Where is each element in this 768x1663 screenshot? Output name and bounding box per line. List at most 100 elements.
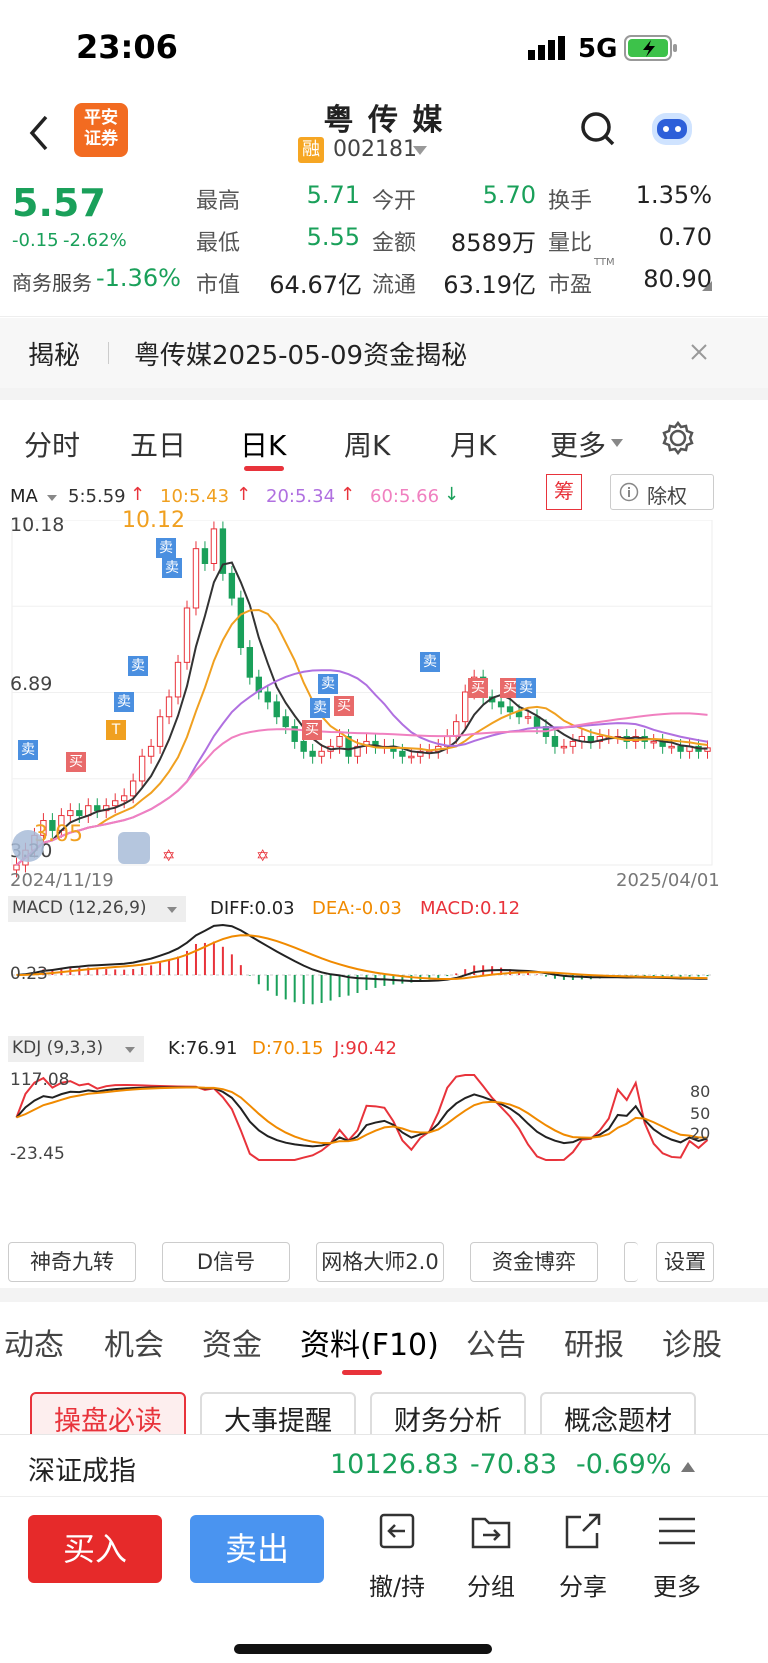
candle	[300, 740, 307, 752]
chevron-down-icon	[611, 439, 623, 447]
info-icon	[619, 482, 639, 502]
sec-tab-research[interactable]: 研报	[564, 1320, 624, 1364]
tab-daily-k[interactable]: 日K	[240, 424, 286, 464]
candle	[533, 716, 541, 728]
settings-gear-icon[interactable]	[660, 420, 696, 456]
macd-value: MACD:0.12	[420, 898, 521, 919]
sec-tab-diagnosis[interactable]: 诊股	[662, 1320, 722, 1364]
macd-dea-line	[16, 934, 708, 981]
status-bar: 23:06 5G	[0, 0, 768, 95]
float-label: 流通	[372, 273, 417, 298]
close-icon[interactable]	[690, 343, 708, 361]
ai-robot-icon[interactable]	[648, 107, 696, 151]
candle	[273, 701, 280, 718]
tab-intraday[interactable]: 分时	[24, 424, 80, 464]
candle	[246, 647, 254, 678]
network-type: 5G	[578, 34, 618, 64]
exright-button[interactable]: 除权	[610, 474, 714, 510]
chevron-up-icon[interactable]	[680, 1461, 696, 1473]
fund-reveal-banner[interactable]: 揭秘 粤传媒2025-05-09资金揭秘	[0, 318, 768, 388]
chips-button[interactable]: 筹	[546, 474, 582, 510]
pill-events[interactable]: 大事提醒	[200, 1392, 356, 1434]
folder-icon	[471, 1517, 511, 1549]
fullscreen-icon[interactable]	[118, 832, 150, 864]
tool-settings[interactable]: 设置	[656, 1242, 714, 1282]
index-value: 10126.83	[330, 1449, 459, 1480]
tool-overflow[interactable]	[624, 1242, 638, 1282]
group-button[interactable]: 分组	[456, 1507, 526, 1602]
macd-label: MACD (12,26,9)	[12, 898, 147, 918]
buy-signal: 买	[302, 720, 322, 740]
tool-d-signal[interactable]: D信号	[162, 1242, 290, 1282]
stock-header: 平安 证券 粤 传 媒 融 002181	[0, 95, 768, 177]
tool-grid-master[interactable]: 网格大师2.0	[316, 1242, 444, 1282]
pill-must-read[interactable]: 操盘必读	[30, 1392, 186, 1434]
tool-magic-nine[interactable]: 神奇九转	[8, 1242, 136, 1282]
tab-more[interactable]: 更多	[550, 424, 606, 464]
pill-financials[interactable]: 财务分析	[370, 1392, 526, 1434]
tab-five-day[interactable]: 五日	[130, 424, 186, 464]
ma-label[interactable]: MA	[10, 486, 38, 507]
buy-signal: 买	[66, 752, 86, 772]
tool-fund-game[interactable]: 资金博弈	[470, 1242, 598, 1282]
sell-signal: 卖	[516, 678, 536, 698]
arrow-up-icon: ↑	[130, 484, 146, 505]
sec-tab-news[interactable]: 动态	[4, 1320, 64, 1364]
kline-chart[interactable]: 10.18 6.89 3.20 10.12 3.05 卖 卖 卖 卖 T 卖 买…	[0, 508, 768, 1240]
event-star-icon[interactable]: ✡	[162, 846, 175, 865]
bottom-action-bar: 买入 卖出 撤/持 分组 分享 更多	[0, 1496, 768, 1663]
sec-tab-opportunity[interactable]: 机会	[104, 1320, 164, 1364]
sector-change: -1.36%	[96, 264, 181, 292]
candle	[76, 810, 83, 817]
candle	[282, 716, 289, 728]
event-star-icon[interactable]: ✡	[256, 846, 269, 865]
candle	[551, 735, 559, 747]
candle	[138, 755, 146, 782]
divider	[108, 342, 109, 364]
stock-code: 002181	[333, 137, 417, 162]
sector-name[interactable]: 商务服务	[12, 267, 92, 296]
candle	[120, 795, 128, 802]
turnover-label: 换手	[548, 189, 593, 214]
more-button[interactable]: 更多	[642, 1507, 712, 1602]
kdj-k: K:76.91	[168, 1038, 238, 1059]
tab-weekly-k[interactable]: 周K	[344, 424, 390, 464]
mcap-label: 市值	[196, 273, 241, 298]
candle	[677, 745, 684, 752]
expand-corner-icon[interactable]	[702, 281, 712, 291]
sec-tab-funds[interactable]: 资金	[202, 1320, 262, 1364]
candle	[264, 691, 271, 703]
candle	[237, 597, 245, 649]
reveal-text: 粤传媒2025-05-09资金揭秘	[134, 341, 468, 371]
open-value: 5.70	[482, 181, 536, 209]
index-pct: -0.69%	[576, 1449, 672, 1480]
sell-button[interactable]: 卖出	[190, 1515, 324, 1583]
share-button[interactable]: 分享	[548, 1507, 618, 1602]
buy-button[interactable]: 买入	[28, 1515, 162, 1583]
collapse-icon[interactable]	[12, 830, 44, 862]
battery-icon	[624, 35, 677, 61]
candle	[569, 740, 577, 747]
search-icon[interactable]	[580, 111, 616, 149]
buy-signal: 买	[334, 696, 354, 716]
kdj-d: D:70.15	[252, 1038, 324, 1059]
candle	[336, 735, 343, 747]
high-marker: 10.12	[122, 508, 185, 533]
cancel-hold-button[interactable]: 撤/持	[362, 1507, 432, 1602]
index-ticker[interactable]: 深证成指 10126.83 -70.83 -0.69%	[0, 1434, 768, 1496]
y-top-label: 10.18	[10, 514, 65, 536]
candle	[560, 745, 568, 749]
high-value: 5.71	[306, 181, 360, 209]
candle	[309, 750, 316, 757]
kdj-j: J:90.42	[334, 1038, 397, 1059]
sec-tab-announcement[interactable]: 公告	[466, 1320, 526, 1364]
tab-monthly-k[interactable]: 月K	[450, 424, 496, 464]
chevron-down-icon[interactable]	[412, 145, 428, 157]
candle	[318, 750, 325, 757]
pill-concepts[interactable]: 概念题材	[540, 1392, 696, 1434]
sell-signal: 卖	[318, 674, 338, 694]
price-change-pct: -2.62%	[63, 230, 127, 251]
sec-tab-f10[interactable]: 资料(F10)	[300, 1320, 439, 1364]
cancel-hold-label: 撤/持	[368, 1573, 426, 1601]
candle	[147, 745, 155, 757]
